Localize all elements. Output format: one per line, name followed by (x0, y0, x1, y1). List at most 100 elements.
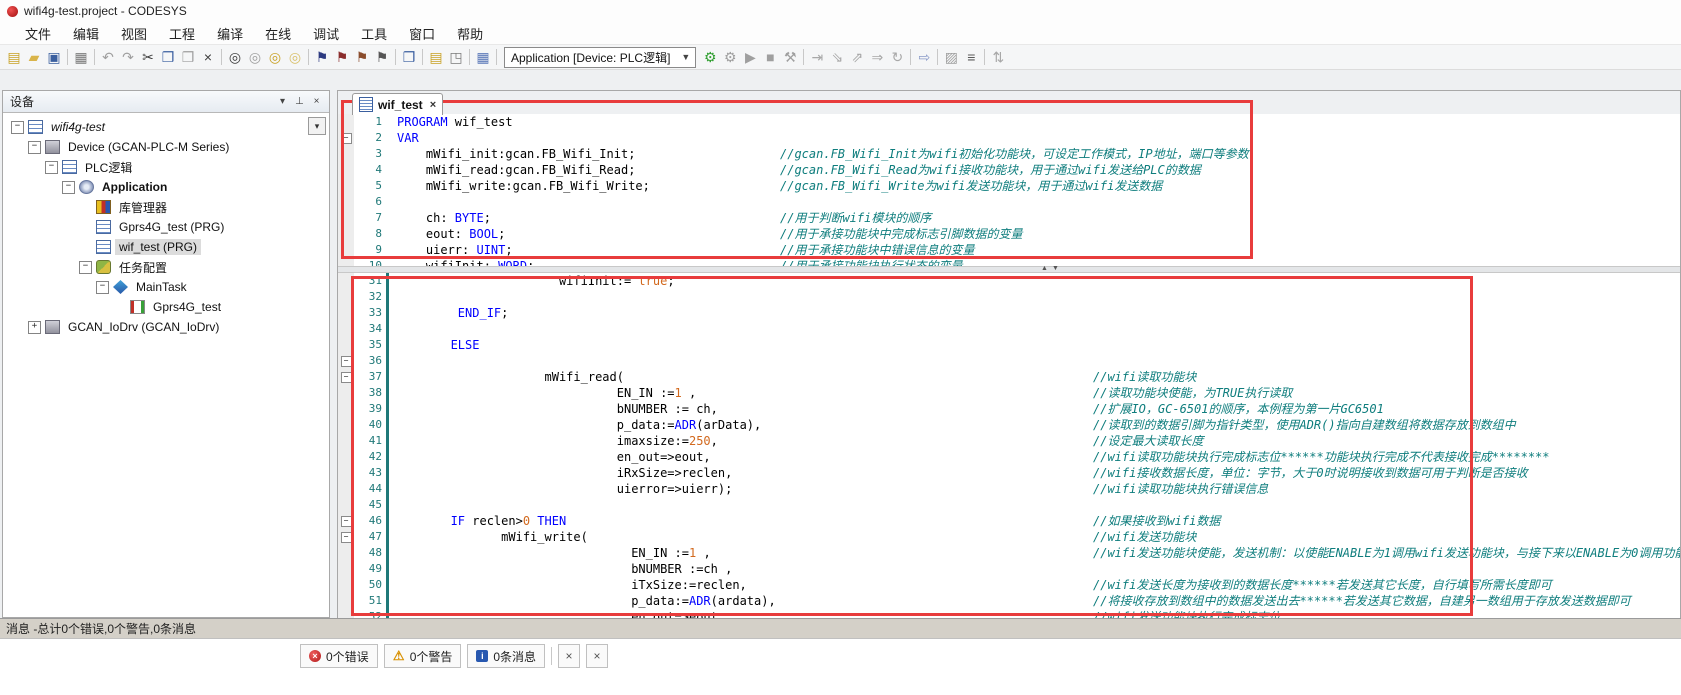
menu-item-在线[interactable]: 在线 (254, 21, 302, 46)
code-line-49[interactable]: 49 bNUMBER :=ch , (338, 561, 1680, 577)
code-line-42[interactable]: 42 en_out=>eout,//wifi读取功能块执行完成标志位******… (338, 449, 1680, 465)
code-text[interactable]: mWifi_write:gcan.FB_Wifi_Write;//gcan.FB… (386, 178, 1680, 194)
collapse-icon[interactable]: − (62, 181, 75, 194)
code-line-50[interactable]: 50 iTxSize:=reclen,//wifi发送长度为接收到的数据长度**… (338, 577, 1680, 593)
fold-marker-icon[interactable]: − (338, 529, 354, 545)
code-text[interactable]: mWifi_init:gcan.FB_Wifi_Init;//gcan.FB_W… (386, 146, 1680, 162)
code-text[interactable]: en_out=>eout,//wifi读取功能块执行完成标志位******功能块… (389, 449, 1680, 465)
declaration-editor[interactable]: 1PROGRAM wif_test−2VAR3 mWifi_init:gcan.… (338, 114, 1680, 266)
code-text[interactable]: iRxSize=>reclen,//wifi接收数据长度，单位：字节，大于0时说… (389, 465, 1680, 481)
code-line-43[interactable]: 43 iRxSize=>reclen,//wifi接收数据长度，单位：字节，大于… (338, 465, 1680, 481)
splitter-grips[interactable]: ▲▼ (1041, 265, 1059, 272)
step-over-icon[interactable]: ⇥ (807, 47, 827, 67)
code-line-8[interactable]: 8 eout: BOOL;//用于承接功能块中完成标志引脚数据的变量 (338, 226, 1680, 242)
menu-item-窗口[interactable]: 窗口 (398, 21, 446, 46)
code-text[interactable]: p_data:=ADR(ardata),//将接收存放到数组中的数据发送出去**… (389, 593, 1680, 609)
open-project-icon[interactable]: ▰ (24, 47, 44, 67)
device-combo-arrow-icon[interactable]: ▾ (308, 117, 326, 135)
delete-icon[interactable]: × (198, 47, 218, 67)
debug-settings-icon[interactable]: ⚒ (780, 47, 800, 67)
cut-icon[interactable]: ✂ (138, 47, 158, 67)
redo-icon[interactable]: ↷ (118, 47, 138, 67)
collapse-icon[interactable]: − (45, 161, 58, 174)
code-line-31[interactable]: 31 wifiInit:= true; (338, 273, 1680, 289)
code-text[interactable]: ELSE (389, 337, 1680, 353)
fold-marker-icon[interactable]: − (338, 513, 354, 529)
code-line-51[interactable]: 51 p_data:=ADR(ardata),//将接收存放到数组中的数据发送出… (338, 593, 1680, 609)
code-text[interactable] (389, 497, 1680, 513)
panel-dropdown-icon[interactable]: ▾ (274, 94, 291, 109)
code-line-47[interactable]: −47 mWifi_write(//wifi发送功能块 (338, 529, 1680, 545)
print-icon[interactable]: ▦ (71, 47, 91, 67)
code-line-6[interactable]: 6 (338, 194, 1680, 210)
code-text[interactable]: PROGRAM wif_test (386, 114, 1680, 130)
previous-bookmark-icon[interactable]: ⚑ (332, 47, 352, 67)
fold-marker-icon[interactable]: − (338, 130, 354, 146)
code-line-5[interactable]: 5 mWifi_write:gcan.FB_Wifi_Write;//gcan.… (338, 178, 1680, 194)
code-text[interactable] (386, 194, 1680, 210)
code-line-33[interactable]: 33 END_IF; (338, 305, 1680, 321)
monitoring-icon[interactable]: ▨ (941, 47, 961, 67)
input-assistant-icon[interactable]: ▦ (473, 47, 493, 67)
code-text[interactable]: END_IF; (389, 305, 1680, 321)
collapse-icon[interactable]: − (79, 261, 92, 274)
code-text[interactable]: ch: BYTE;//用于判断wifi模块的顺序 (386, 210, 1680, 226)
replace-in-project-icon[interactable]: ◎ (285, 47, 305, 67)
clear-bookmarks-icon[interactable]: ⚑ (372, 47, 392, 67)
expand-icon[interactable]: + (28, 321, 41, 334)
menu-item-编辑[interactable]: 编辑 (62, 21, 110, 46)
panel-pin-icon[interactable]: ⊥ (291, 94, 308, 109)
code-text[interactable]: iTxSize:=reclen,//wifi发送长度为接收到的数据长度*****… (389, 577, 1680, 593)
code-line-9[interactable]: 9 uierr: UINT;//用于承接功能块中错误信息的变量 (338, 242, 1680, 258)
find-in-project-icon[interactable]: ◎ (265, 47, 285, 67)
code-line-44[interactable]: 44 uierror=>uierr);//wifi读取功能块执行错误信息 (338, 481, 1680, 497)
code-text[interactable]: mWifi_read:gcan.FB_Wifi_Read;//gcan.FB_W… (386, 162, 1680, 178)
menu-item-视图[interactable]: 视图 (110, 21, 158, 46)
code-text[interactable]: mWifi_read(//wifi读取功能块 (389, 369, 1680, 385)
fold-marker-icon[interactable]: − (338, 353, 354, 369)
clear-messages-icon-1[interactable]: × (558, 644, 580, 668)
code-text[interactable]: eout: BOOL;//用于承接功能块中完成标志引脚数据的变量 (386, 226, 1680, 242)
code-line-36[interactable]: −36 (338, 353, 1680, 369)
tree-item-gprs4g-test-prg-[interactable]: −Gprs4G_test (PRG) (3, 217, 329, 237)
panel-close-icon[interactable]: × (308, 94, 325, 109)
code-text[interactable]: bNUMBER := ch,//扩展IO，GC-6501的顺序，本例程为第一片G… (389, 401, 1680, 417)
edit-object-icon[interactable]: ◳ (446, 47, 466, 67)
code-line-32[interactable]: 32 (338, 289, 1680, 305)
code-line-4[interactable]: 4 mWifi_read:gcan.FB_Wifi_Read;//gcan.FB… (338, 162, 1680, 178)
warnings-toggle[interactable]: ⚠0个警告 (384, 644, 462, 668)
code-text[interactable] (389, 321, 1680, 337)
code-line-10[interactable]: 10 wifiInit: WORD;//用于承接功能块执行状态的变量 (338, 258, 1680, 266)
fold-marker-icon[interactable]: − (338, 369, 354, 385)
paste-icon[interactable]: ❐ (178, 47, 198, 67)
run-to-line-icon[interactable]: ⇒ (867, 47, 887, 67)
code-text[interactable]: p_data:=ADR(arData),//读取到的数据引脚为指针类型，使用AD… (389, 417, 1680, 433)
tree-item-device-gcan-plc-m-series-[interactable]: −Device (GCAN-PLC-M Series) (3, 137, 329, 157)
collapse-icon[interactable]: − (96, 281, 109, 294)
code-text[interactable]: imaxsize:=250,//设定最大读取长度 (389, 433, 1680, 449)
tree-item-gprs4g-test[interactable]: −Gprs4G_test (3, 297, 329, 317)
refresh-icon[interactable]: ⇅ (988, 47, 1008, 67)
watch-list-icon[interactable]: ≡ (961, 47, 981, 67)
code-text[interactable] (389, 289, 1680, 305)
new-object-icon[interactable]: ▤ (426, 47, 446, 67)
code-line-45[interactable]: 45 (338, 497, 1680, 513)
code-line-46[interactable]: −46 IF reclen>0 THEN//如果接收到wifi数据 (338, 513, 1680, 529)
code-line-38[interactable]: 38 EN_IN :=1 ,//读取功能块使能，为TRUE执行读取 (338, 385, 1680, 401)
code-text[interactable]: IF reclen>0 THEN//如果接收到wifi数据 (389, 513, 1680, 529)
tree-item-gcan-iodrv-gcan-iodrv-[interactable]: +GCAN_IoDrv (GCAN_IoDrv) (3, 317, 329, 337)
tree-item-plc-[interactable]: −PLC逻辑 (3, 157, 329, 177)
code-line-2[interactable]: −2VAR (338, 130, 1680, 146)
collapse-icon[interactable]: − (11, 121, 24, 134)
code-line-48[interactable]: 48 EN_IN :=1 ,//wifi发送功能块使能，发送机制：以使能ENAB… (338, 545, 1680, 561)
code-line-34[interactable]: 34 (338, 321, 1680, 337)
tree-item-application[interactable]: −Application (3, 177, 329, 197)
code-line-40[interactable]: 40 p_data:=ADR(arData),//读取到的数据引脚为指针类型，使… (338, 417, 1680, 433)
find-icon[interactable]: ◎ (225, 47, 245, 67)
login-icon[interactable]: ⚙ (700, 47, 720, 67)
code-text[interactable]: wifiInit: WORD;//用于承接功能块执行状态的变量 (386, 258, 1680, 266)
toggle-bookmark-icon[interactable]: ⚑ (312, 47, 332, 67)
tab-close-icon[interactable]: × (430, 99, 436, 111)
run-to-cursor-icon[interactable]: ⇨ (914, 47, 934, 67)
code-text[interactable]: uierr: UINT;//用于承接功能块中错误信息的变量 (386, 242, 1680, 258)
